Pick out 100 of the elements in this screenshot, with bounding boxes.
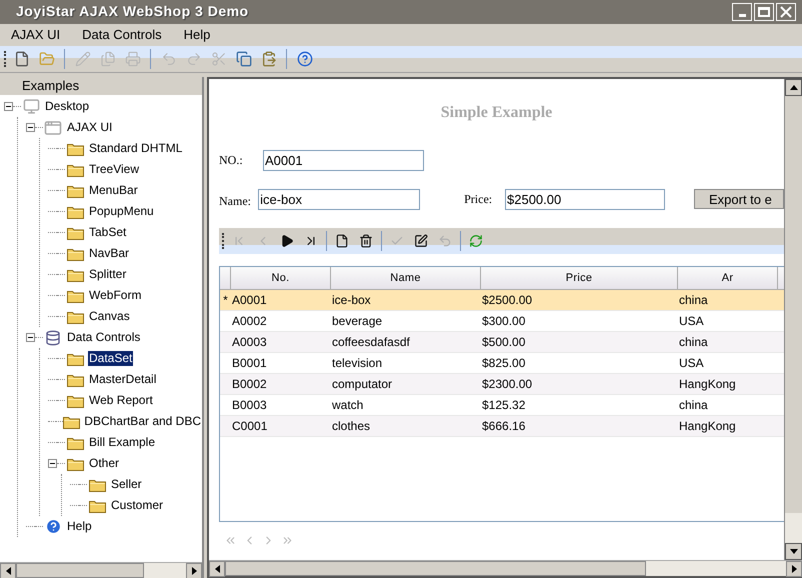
horizontal-scrollbar[interactable]: [209, 560, 802, 576]
tree-item[interactable]: PopupMenu: [88, 204, 155, 219]
table-row[interactable]: B0002 computator $2300.00 HangKong: [220, 374, 784, 395]
up-arrow-icon[interactable]: [790, 85, 798, 90]
column-header[interactable]: Ar: [678, 267, 778, 289]
name-field[interactable]: ice-box: [258, 188, 420, 210]
table-cell-text: $825.00: [481, 355, 526, 372]
folder-icon: [66, 352, 84, 366]
help-icon[interactable]: [295, 50, 314, 68]
table-cell-text: A0001: [231, 292, 268, 309]
column-header[interactable]: Price: [481, 267, 678, 289]
folder-icon: [66, 184, 84, 198]
tree-item[interactable]: DataSet: [88, 351, 134, 366]
database-icon: [45, 330, 61, 346]
table-cell-text: $666.16: [481, 418, 526, 435]
table-cell-text: $2300.00: [481, 376, 534, 393]
table-cell-text: B0002: [231, 376, 268, 393]
table-cell-text: HangKong: [678, 376, 737, 393]
tree-item[interactable]: Canvas: [88, 309, 131, 324]
folder-icon: [66, 394, 84, 408]
folder-icon: [63, 414, 80, 428]
tree-item[interactable]: Help: [66, 519, 93, 534]
table-cell-text: china: [678, 397, 709, 414]
folder-icon: [66, 372, 84, 386]
tree-item[interactable]: NavBar: [88, 246, 130, 261]
tree-item[interactable]: TabSet: [88, 225, 128, 240]
current-row-marker: *: [223, 293, 228, 307]
horizontal-scrollbar[interactable]: [0, 562, 202, 578]
copy-icon[interactable]: [234, 50, 253, 68]
folder-icon: [66, 268, 84, 282]
tree-item[interactable]: Data Controls: [66, 330, 142, 345]
tree-item[interactable]: Standard DHTML: [88, 141, 184, 156]
down-arrow-icon[interactable]: [790, 549, 798, 554]
number-field[interactable]: A0001: [263, 150, 424, 170]
tree-item[interactable]: Customer: [110, 498, 164, 513]
table-cell-text: computator: [331, 376, 394, 393]
table-cell-text: $125.32: [481, 397, 526, 414]
refresh-icon[interactable]: [467, 232, 485, 250]
tree-item[interactable]: Splitter: [88, 267, 128, 282]
table-cell-text: USA: [678, 313, 705, 330]
expand-toggle[interactable]: [48, 459, 57, 468]
expand-toggle[interactable]: [26, 123, 35, 132]
folder-icon: [66, 436, 84, 450]
right-arrow-icon[interactable]: [192, 567, 196, 575]
tree-item[interactable]: DBChartBar and DBC: [83, 414, 202, 429]
table-cell-text: $2500.00: [481, 292, 534, 309]
folder-icon: [88, 498, 106, 512]
left-arrow-icon[interactable]: [214, 565, 220, 573]
menu-item[interactable]: Data Controls: [82, 25, 162, 45]
edit-icon[interactable]: [412, 232, 430, 250]
tree-item[interactable]: MenuBar: [88, 183, 139, 198]
vertical-scrollbar[interactable]: [784, 79, 802, 560]
table-cell-text: coffeesdafasdf: [331, 334, 411, 351]
column-header[interactable]: Name: [331, 267, 481, 289]
close-button[interactable]: [776, 3, 796, 21]
table-cell-text: B0001: [231, 355, 268, 372]
table-row[interactable]: C0001 clothes $666.16 HangKong: [220, 416, 784, 437]
folder-icon: [66, 246, 84, 260]
computer-icon: [22, 98, 40, 115]
table-cell-text: USA: [678, 355, 705, 372]
table-cell-text: beverage: [331, 313, 384, 330]
folder-icon: [66, 162, 84, 176]
table-row[interactable]: A0003 coffeesdafasdf $500.00 china: [220, 332, 784, 353]
help-icon: [44, 518, 62, 535]
folder-icon: [66, 142, 84, 156]
table-cell-text: television: [331, 355, 384, 372]
page-title: Simple Example: [440, 103, 554, 123]
tree-item[interactable]: Desktop: [44, 99, 90, 114]
menu-item[interactable]: AJAX UI: [11, 25, 60, 45]
export-button[interactable]: Export to e: [694, 189, 784, 209]
folder-icon: [88, 478, 106, 492]
table-cell-text: A0003: [231, 334, 268, 351]
menu-item[interactable]: Help: [184, 25, 210, 45]
price-field[interactable]: $2500.00: [505, 188, 665, 210]
tree-item[interactable]: MasterDetail: [88, 372, 158, 387]
tree-item[interactable]: Seller: [110, 477, 143, 492]
table-cell-text: $300.00: [481, 313, 526, 330]
field-label: Price:: [464, 191, 494, 208]
tree-item[interactable]: Bill Example: [88, 435, 156, 450]
table-cell-text: china: [678, 334, 709, 351]
minimize-button[interactable]: [732, 3, 752, 21]
folder-icon: [66, 226, 84, 240]
table-cell-text: A0002: [231, 313, 268, 330]
right-arrow-icon[interactable]: [792, 565, 796, 573]
expand-toggle[interactable]: [26, 333, 35, 342]
table-row[interactable]: * A0001 ice-box $2500.00 china: [220, 290, 784, 311]
tree-item[interactable]: TreeView: [88, 162, 140, 177]
expand-toggle[interactable]: [4, 102, 13, 111]
column-header[interactable]: No.: [231, 267, 331, 289]
tree-item[interactable]: AJAX UI: [66, 120, 114, 135]
maximize-button[interactable]: [754, 3, 774, 21]
tree-item[interactable]: Other: [88, 456, 120, 471]
folder-icon: [66, 310, 84, 324]
left-arrow-icon[interactable]: [6, 567, 10, 575]
tree-item[interactable]: WebForm: [88, 288, 142, 303]
field-label: Name:: [219, 192, 252, 210]
table-cell-text: B0003: [231, 397, 268, 414]
table-cell-text: watch: [331, 397, 364, 414]
tree-item[interactable]: Web Report: [88, 393, 154, 408]
panel-header: Examples: [0, 77, 202, 95]
